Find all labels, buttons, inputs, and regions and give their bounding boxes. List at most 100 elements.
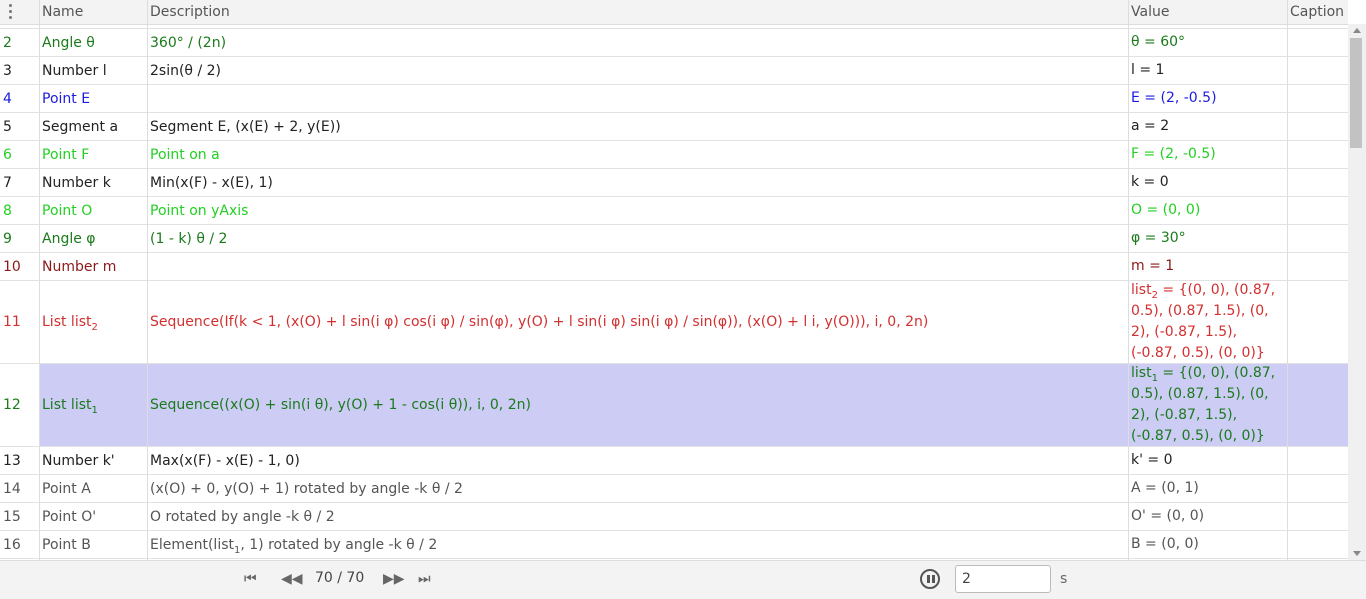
object-description[interactable]: Max(x(F) - x(E) - 1, 0) (148, 447, 1128, 474)
object-description[interactable]: Element(list1, 1) rotated by angle -k θ … (148, 531, 1128, 558)
object-name[interactable]: Number l (40, 57, 147, 84)
object-caption[interactable] (1288, 364, 1348, 446)
object-name[interactable]: Angle θ (40, 29, 147, 56)
object-name[interactable]: List list1 (40, 364, 147, 446)
object-value[interactable]: a = 2 (1129, 113, 1287, 140)
object-caption[interactable] (1288, 253, 1348, 280)
header-value[interactable]: Value (1129, 0, 1169, 24)
object-caption[interactable] (1288, 531, 1348, 558)
object-name[interactable]: Point F (40, 141, 147, 168)
object-description[interactable]: O rotated by angle -k θ / 2 (148, 503, 1128, 530)
object-name[interactable]: Point E (40, 85, 147, 112)
object-name[interactable]: Number m (40, 253, 147, 280)
object-value[interactable]: m = 1 (1129, 253, 1287, 280)
object-description[interactable]: Sequence((x(O) + sin(i θ), y(O) + 1 - co… (148, 364, 1128, 446)
column-divider (1287, 0, 1288, 560)
table-row[interactable]: 7 Number k Min(x(F) - x(E), 1) k = 0 (0, 169, 1348, 197)
object-name[interactable]: Point O' (40, 503, 147, 530)
scroll-up-icon[interactable] (1353, 28, 1361, 33)
next-step-icon[interactable]: ▶▶ (383, 571, 405, 587)
object-value[interactable]: O = (0, 0) (1129, 197, 1287, 224)
object-name[interactable]: Point B (40, 531, 147, 558)
value-part: list (1131, 282, 1152, 298)
vertical-scrollbar[interactable] (1348, 24, 1366, 560)
table-row[interactable]: 5 Segment a Segment E, (x(E) + 2, y(E)) a =… (0, 113, 1348, 141)
object-name[interactable]: Point A (40, 475, 147, 502)
object-caption[interactable] (1288, 85, 1348, 112)
object-value[interactable]: l = 1 (1129, 57, 1287, 84)
object-caption[interactable] (1288, 169, 1348, 196)
object-description[interactable]: Point on a (148, 141, 1128, 168)
object-caption[interactable] (1288, 225, 1348, 252)
table-row[interactable]: 2 Angle θ 360° / (2n) θ = 60° (0, 29, 1348, 57)
value-text: k' = 0 (1131, 452, 1173, 468)
table-row[interactable]: 15 Point O' O rotated by angle -k θ / 2 O' … (0, 503, 1348, 531)
object-value[interactable]: list1 = {(0, 0), (0.87, 0.5), (0.87, 1.5… (1129, 364, 1287, 446)
scrollbar-thumb[interactable] (1350, 38, 1362, 148)
object-caption[interactable] (1288, 197, 1348, 224)
object-caption[interactable] (1288, 113, 1348, 140)
object-description[interactable]: 360° / (2n) (148, 29, 1128, 56)
header-description[interactable]: Description (148, 0, 230, 24)
object-description[interactable]: Segment E, (x(E) + 2, y(E)) (148, 113, 1128, 140)
table-row[interactable]: 9 Angle φ (1 - k) θ / 2 φ = 30° (0, 225, 1348, 253)
object-caption[interactable] (1288, 57, 1348, 84)
table-row[interactable]: 3 Number l 2sin(θ / 2) l = 1 (0, 57, 1348, 85)
table-row[interactable]: 4 Point E E = (2, -0.5) (0, 85, 1348, 113)
object-caption[interactable] (1288, 141, 1348, 168)
object-caption[interactable] (1288, 475, 1348, 502)
object-value[interactable]: φ = 30° (1129, 225, 1287, 252)
object-value[interactable]: A = (0, 1) (1129, 475, 1287, 502)
object-name[interactable]: Segment a (40, 113, 147, 140)
object-description[interactable]: Point on yAxis (148, 197, 1128, 224)
object-name[interactable]: Point O (40, 197, 147, 224)
previous-step-icon[interactable]: ◀◀ (281, 571, 303, 587)
object-value[interactable]: E = (2, -0.5) (1129, 85, 1287, 112)
row-number: 11 (0, 281, 39, 363)
value-text: k = 0 (1131, 174, 1169, 190)
table-row[interactable]: 10 Number m m = 1 (0, 253, 1348, 281)
object-description[interactable]: (x(O) + 0, y(O) + 1) rotated by angle -k… (148, 475, 1128, 502)
column-menu-icon[interactable] (4, 3, 16, 21)
first-step-icon[interactable]: ⏮ (244, 571, 257, 587)
object-description[interactable]: Sequence(If(k < 1, (x(O) + l sin(i φ) co… (148, 281, 1128, 363)
object-caption[interactable] (1288, 503, 1348, 530)
table-row[interactable]: 12 List list1 Sequence((x(O) + sin(i θ), y… (0, 364, 1348, 447)
object-name[interactable]: Number k' (40, 447, 147, 474)
object-name-text: Number l (42, 63, 107, 79)
table-row[interactable]: 6 Point F Point on a F = (2, -0.5) (0, 141, 1348, 169)
object-caption[interactable] (1288, 29, 1348, 56)
object-name[interactable]: List list2 (40, 281, 147, 363)
name-text: Angle θ (42, 34, 95, 51)
table-row[interactable]: 16 Point B Element(list1, 1) rotated by an… (0, 531, 1348, 559)
table-row[interactable]: 8 Point O Point on yAxis O = (0, 0) (0, 197, 1348, 225)
table-row[interactable]: 13 Number k' Max(x(F) - x(E) - 1, 0) k' = 0 (0, 447, 1348, 475)
object-value[interactable]: list2 = {(0, 0), (0.87, 0.5), (0.87, 1.5… (1129, 281, 1287, 363)
object-value[interactable]: θ = 60° (1129, 29, 1287, 56)
object-caption[interactable] (1288, 447, 1348, 474)
object-caption[interactable] (1288, 281, 1348, 363)
object-description[interactable] (148, 253, 1128, 280)
last-step-icon[interactable]: ⏭ (418, 571, 431, 587)
object-value[interactable]: O' = (0, 0) (1129, 503, 1287, 530)
object-description[interactable]: Min(x(F) - x(E), 1) (148, 169, 1128, 196)
object-description[interactable]: 2sin(θ / 2) (148, 57, 1128, 84)
name-text: Angle φ (42, 230, 96, 247)
object-name[interactable]: Angle φ (40, 225, 147, 252)
pause-icon[interactable] (920, 569, 940, 589)
value-text: l = 1 (1131, 62, 1165, 78)
scroll-down-icon[interactable] (1353, 551, 1361, 556)
header-name[interactable]: Name (40, 0, 83, 24)
speed-input[interactable] (955, 565, 1051, 593)
object-value[interactable]: B = (0, 0) (1129, 531, 1287, 558)
header-caption[interactable]: Caption (1288, 0, 1344, 24)
object-value[interactable]: k' = 0 (1129, 447, 1287, 474)
object-value[interactable]: k = 0 (1129, 169, 1287, 196)
object-description[interactable] (148, 85, 1128, 112)
object-value[interactable]: F = (2, -0.5) (1129, 141, 1287, 168)
object-name[interactable]: Number k (40, 169, 147, 196)
table-row[interactable]: 14 Point A (x(O) + 0, y(O) + 1) rotated by… (0, 475, 1348, 503)
table-row[interactable]: 11 List list2 Sequence(If(k < 1, (x(O) + l… (0, 281, 1348, 364)
row-number: 7 (0, 169, 39, 196)
object-description[interactable]: (1 - k) θ / 2 (148, 225, 1128, 252)
